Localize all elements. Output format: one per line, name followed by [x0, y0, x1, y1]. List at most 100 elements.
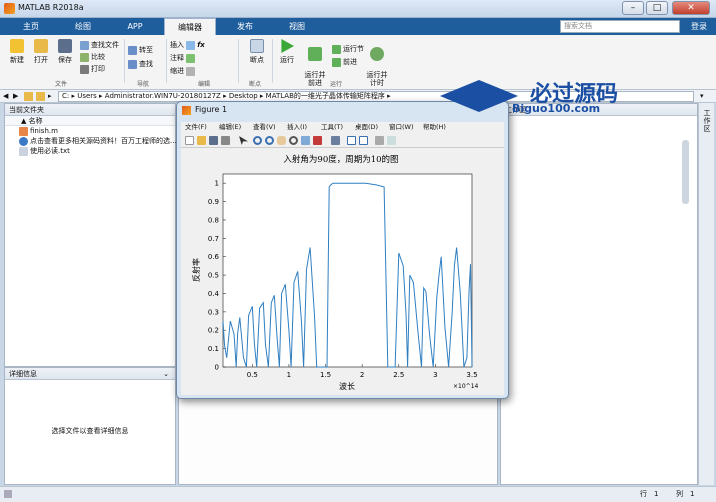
figure-menu-help[interactable]: 帮助(H) [423, 122, 446, 133]
brush-icon[interactable] [313, 136, 322, 145]
figure-menu-desktop[interactable]: 桌面(D) [355, 122, 378, 133]
save-button[interactable]: 保存 [54, 39, 76, 65]
print-figure-icon[interactable] [221, 136, 230, 145]
group-label-breakpoint: 断点 [249, 81, 262, 88]
insert-icon [186, 40, 196, 50]
indent-label: 缩进 [170, 67, 184, 75]
colorbar-icon[interactable] [347, 136, 356, 145]
tab-plots[interactable]: 绘图 [60, 18, 106, 35]
text-file-icon [19, 146, 28, 156]
run-section-button[interactable]: 运行节 [332, 43, 364, 56]
list-item[interactable]: 点击查看更多相关源码资料！百万工程师的选... [5, 136, 177, 146]
workspace-panel: 工作区 [500, 103, 698, 485]
ribbon-divider [124, 39, 125, 83]
open-button[interactable]: 打开 [30, 39, 52, 65]
folder-up-icon[interactable] [24, 92, 33, 101]
compare-button[interactable]: 比较 [80, 51, 119, 63]
timer-icon [370, 47, 384, 61]
run-advance-button[interactable]: 运行并 前进 [302, 39, 328, 87]
comment-button[interactable]: 注释 [170, 52, 205, 65]
col-value: 1 [690, 490, 695, 498]
advance-button[interactable]: 前进 [332, 56, 364, 69]
path-dropdown-icon[interactable]: ▾ [700, 90, 704, 103]
details-panel: 详细信息 ⌄ 选择文件以查看详细信息 [4, 367, 176, 485]
run-button[interactable]: 运行 [276, 39, 298, 65]
list-item[interactable]: finish.m [5, 126, 175, 136]
login-button[interactable]: 登录 [685, 18, 713, 35]
search-input[interactable]: 搜索文档 [560, 20, 680, 33]
y-tick-label: 0.4 [208, 290, 220, 298]
workspace-side-tab[interactable]: 工作区 [702, 109, 712, 133]
y-tick-label: 0.5 [208, 272, 219, 280]
tab-view[interactable]: 视图 [274, 18, 320, 35]
forward-arrow-icon[interactable]: ▶ [13, 90, 18, 103]
figure-menu-edit[interactable]: 编辑(E) [219, 122, 241, 133]
open-label: 打开 [34, 56, 48, 64]
link-icon [19, 136, 28, 146]
path-segment[interactable]: MATLAB的一维光子晶体传输矩阵程序 [266, 92, 385, 100]
indent-button[interactable]: 缩进 [170, 65, 205, 78]
link-plot-icon[interactable] [331, 136, 340, 145]
path-segment[interactable]: Desktop [229, 92, 258, 100]
find-file-icon [80, 40, 89, 50]
zoom-in-icon[interactable] [253, 136, 262, 145]
pan-hand-icon[interactable] [277, 136, 286, 145]
x-tick-label: 3.5 [466, 371, 477, 379]
run-advance-icon [308, 47, 322, 61]
path-segment[interactable]: C: [62, 92, 69, 100]
back-arrow-icon[interactable]: ◀ [3, 90, 8, 103]
show-tools-icon[interactable] [387, 136, 396, 145]
maximize-button[interactable]: □ [646, 1, 668, 15]
collapse-icon[interactable]: ⌄ [163, 368, 169, 380]
close-button[interactable]: ✕ [672, 1, 710, 15]
m-file-icon [19, 126, 28, 136]
tab-publish[interactable]: 发布 [222, 18, 268, 35]
figure-menu-view[interactable]: 查看(V) [253, 122, 276, 133]
goto-button[interactable]: 转至 [128, 43, 153, 57]
run-time-button[interactable]: 运行并 计时 [366, 39, 388, 87]
tab-home[interactable]: 主页 [8, 18, 54, 35]
scrollbar-thumb[interactable] [682, 140, 689, 204]
pointer-icon[interactable] [239, 136, 248, 145]
file-name: 使用必读.txt [30, 147, 70, 155]
group-label-file: 文件 [55, 81, 68, 88]
group-label-edit: 编辑 [198, 81, 211, 88]
new-button[interactable]: 新建 [6, 39, 28, 65]
x-tick-label: 2 [360, 371, 364, 379]
tab-editor[interactable]: 编辑器 [164, 18, 216, 35]
legend-icon[interactable] [359, 136, 368, 145]
run-section-label: 运行节 [343, 45, 364, 53]
tab-apps[interactable]: APP [112, 18, 158, 35]
print-icon [80, 64, 89, 74]
details-header: 详细信息 ⌄ [5, 368, 175, 380]
new-label: 新建 [10, 56, 24, 64]
x-axis-multiplier: ×10^14 [453, 383, 479, 390]
rotate-3d-icon[interactable] [289, 136, 298, 145]
y-tick-label: 0.2 [208, 327, 219, 335]
path-segment[interactable]: Administrator.WIN7U-20180127Z [105, 92, 221, 100]
current-folder-panel: 当前文件夹 ▲ 名称 finish.m 点击查看更多相关源码资料！百万工程师的选… [4, 103, 177, 367]
figure-menu-tools[interactable]: 工具(T) [321, 122, 343, 133]
path-segment[interactable]: Users [77, 92, 97, 100]
list-item[interactable]: 使用必读.txt [5, 146, 175, 156]
details-title: 详细信息 [9, 370, 37, 378]
figure-menu-file[interactable]: 文件(F) [185, 122, 207, 133]
figure-menu-insert[interactable]: 插入(I) [287, 122, 307, 133]
reflectance-chart[interactable]: 入射角为90度，周期为10的图 0 0.1 0.2 0.3 0.4 0.5 0.6 0.7 0.… [181, 148, 504, 395]
data-cursor-icon[interactable] [301, 136, 310, 145]
zoom-out-icon[interactable] [265, 136, 274, 145]
row-label: 行 [640, 490, 647, 498]
figure-menu-window[interactable]: 窗口(W) [389, 122, 414, 133]
insert-button[interactable]: 插入 fx [170, 39, 205, 52]
breakpoint-button[interactable]: 断点 [244, 39, 270, 65]
find-button[interactable]: 查找 [128, 57, 153, 71]
save-figure-icon[interactable] [209, 136, 218, 145]
new-figure-icon[interactable] [185, 136, 194, 145]
hide-tools-icon[interactable] [375, 136, 384, 145]
column-header-name[interactable]: ▲ 名称 [5, 116, 175, 126]
browse-folder-icon[interactable] [36, 92, 45, 101]
minimize-button[interactable]: – [622, 1, 644, 15]
find-file-button[interactable]: 查找文件 [80, 39, 119, 51]
print-button[interactable]: 打印 [80, 63, 119, 75]
open-file-icon[interactable] [197, 136, 206, 145]
